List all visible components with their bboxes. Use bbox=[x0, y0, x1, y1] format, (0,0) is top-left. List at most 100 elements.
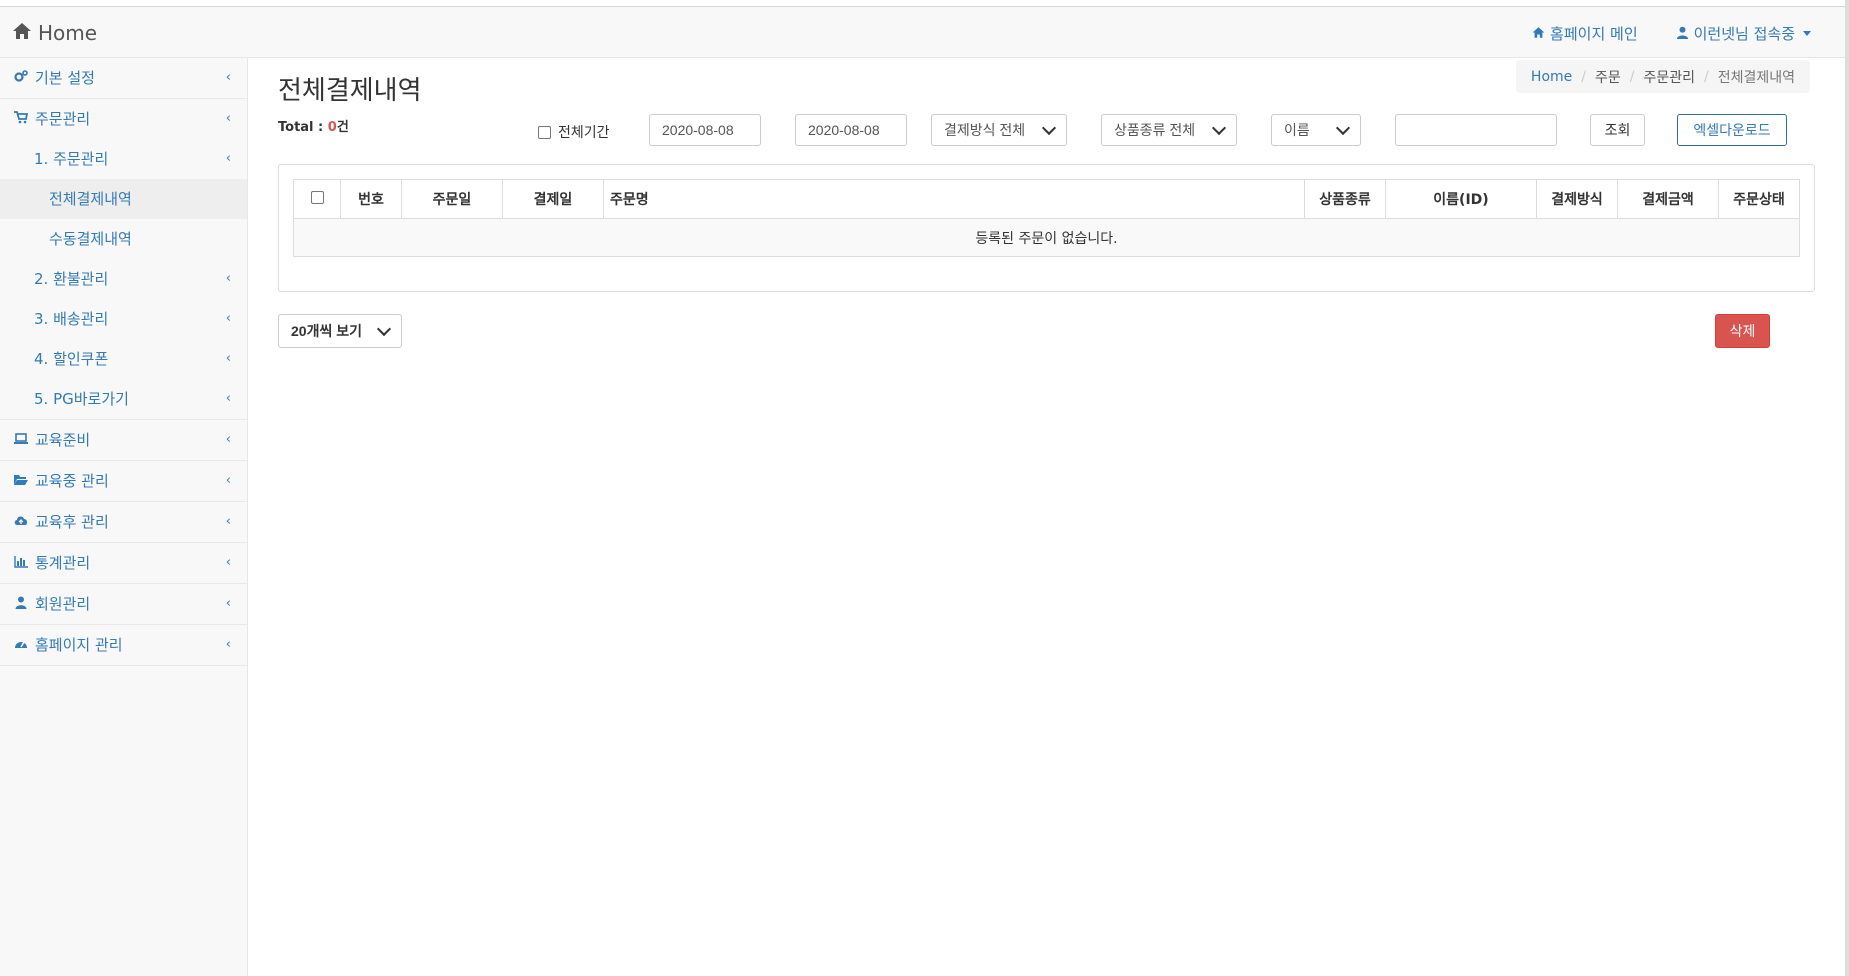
sidebar-item-coupons[interactable]: 4. 할인쿠폰 ‹ bbox=[0, 339, 247, 379]
chevron-down-icon bbox=[1335, 120, 1351, 135]
user-dropdown[interactable]: 이런넷님 접속중 bbox=[1676, 23, 1811, 44]
column-header[interactable]: 결제금액 bbox=[1617, 179, 1719, 219]
sidebar: 기본 설정 ‹ 주문관리 ‹ 1. 주문관리 ‹ 전체결제내역 수동결제내역 2… bbox=[0, 58, 248, 976]
product-type-select[interactable]: 상품종류 전체 bbox=[1101, 114, 1237, 146]
sidebar-item-pg-shortcut[interactable]: 5. PG바로가기 ‹ bbox=[0, 379, 247, 419]
home-icon bbox=[12, 21, 32, 45]
search-button-label: 조회 bbox=[1604, 123, 1631, 139]
laptop-icon bbox=[14, 420, 28, 460]
cloud-upload-icon bbox=[14, 502, 28, 542]
all-period-checkbox[interactable]: 전체기간 bbox=[538, 122, 610, 142]
per-page-select[interactable]: 20개씩 보기 bbox=[278, 314, 402, 348]
main-content: 전체결제내역 Home / 주문 / 주문관리 / 전체결제내역 Total :… bbox=[248, 58, 1846, 976]
sidebar-item-basic-settings[interactable]: 기본 설정 ‹ bbox=[0, 58, 247, 99]
column-header[interactable]: 주문명 bbox=[603, 179, 1305, 219]
empty-message: 등록된 주문이 없습니다. bbox=[293, 218, 1800, 257]
chevron-left-icon: ‹ bbox=[225, 391, 231, 406]
orders-table: 번호 주문일 결제일 주문명 상품종류 이름(ID) 결제방식 결제금액 주문상… bbox=[293, 179, 1800, 257]
sidebar-item-label: 홈페이지 관리 bbox=[35, 636, 123, 654]
breadcrumb-separator: / bbox=[1704, 68, 1709, 85]
sidebar-item-members[interactable]: 회원관리 ‹ bbox=[0, 584, 247, 625]
table-header-row: 번호 주문일 결제일 주문명 상품종류 이름(ID) 결제방식 결제금액 주문상… bbox=[293, 179, 1800, 219]
sidebar-item-label: 전체결제내역 bbox=[49, 190, 132, 208]
sidebar-item-label: 통계관리 bbox=[35, 554, 91, 572]
sidebar-item-homepage-admin[interactable]: 홈페이지 관리 ‹ bbox=[0, 625, 247, 666]
payment-method-select[interactable]: 결제방식 전체 bbox=[931, 114, 1067, 146]
search-button[interactable]: 조회 bbox=[1590, 114, 1645, 146]
product-type-value: 상품종류 전체 bbox=[1114, 122, 1196, 138]
delete-button[interactable]: 삭제 bbox=[1715, 314, 1770, 348]
column-header[interactable]: 번호 bbox=[340, 179, 402, 219]
column-header[interactable]: 주문상태 bbox=[1718, 179, 1800, 219]
column-header[interactable]: 이름(ID) bbox=[1385, 179, 1537, 219]
search-field-select[interactable]: 이름 bbox=[1271, 114, 1361, 146]
sidebar-item-manual-payments[interactable]: 수동결제내역 bbox=[0, 219, 247, 259]
checkbox-icon[interactable] bbox=[538, 125, 551, 139]
user-icon bbox=[14, 584, 28, 624]
select-all-cell bbox=[293, 179, 341, 219]
search-field-value: 이름 bbox=[1284, 122, 1310, 138]
select-all-checkbox[interactable] bbox=[310, 190, 324, 204]
total-number: 0 bbox=[327, 120, 337, 135]
per-page-value: 20개씩 보기 bbox=[291, 323, 362, 339]
chevron-left-icon: ‹ bbox=[225, 111, 231, 126]
chevron-left-icon: ‹ bbox=[225, 271, 231, 286]
sidebar-item-label: 기본 설정 bbox=[35, 69, 95, 87]
excel-download-label: 엑셀다운로드 bbox=[1693, 123, 1771, 139]
breadcrumb-order-management: 주문관리 bbox=[1643, 69, 1695, 86]
sidebar-item-edu-during[interactable]: 교육중 관리 ‹ bbox=[0, 461, 247, 502]
sidebar-item-orders[interactable]: 주문관리 ‹ bbox=[0, 99, 247, 139]
sidebar-item-all-payments[interactable]: 전체결제내역 bbox=[0, 179, 247, 219]
chevron-left-icon: ‹ bbox=[225, 70, 231, 85]
sidebar-item-label: 회원관리 bbox=[35, 595, 91, 613]
date-to-value: 2020-08-08 bbox=[808, 122, 880, 138]
chevron-left-icon: ‹ bbox=[225, 473, 231, 488]
date-from-value: 2020-08-08 bbox=[662, 122, 734, 138]
column-header[interactable]: 상품종류 bbox=[1304, 179, 1386, 219]
orders-panel: 번호 주문일 결제일 주문명 상품종류 이름(ID) 결제방식 결제금액 주문상… bbox=[278, 164, 1815, 292]
window-top-edge bbox=[0, 0, 1849, 7]
sidebar-item-label: 3. 배송관리 bbox=[34, 310, 109, 328]
breadcrumb: Home / 주문 / 주문관리 / 전체결제내역 bbox=[1515, 60, 1810, 93]
chevron-left-icon: ‹ bbox=[225, 596, 231, 611]
breadcrumb-separator: / bbox=[1629, 68, 1635, 85]
brand-label: Home bbox=[38, 21, 98, 45]
chevron-down-icon bbox=[376, 321, 392, 336]
sidebar-item-label: 4. 할인쿠폰 bbox=[34, 350, 109, 368]
payment-method-value: 결제방식 전체 bbox=[944, 122, 1026, 138]
breadcrumb-orders: 주문 bbox=[1594, 69, 1621, 86]
homepage-main-link[interactable]: 홈페이지 메인 bbox=[1532, 23, 1638, 44]
chevron-down-icon bbox=[1041, 120, 1057, 135]
folder-open-icon bbox=[14, 461, 28, 501]
column-header[interactable]: 결제방식 bbox=[1536, 179, 1618, 219]
homepage-main-label: 홈페이지 메인 bbox=[1550, 25, 1638, 43]
chevron-left-icon: ‹ bbox=[225, 637, 231, 652]
sidebar-item-edu-prep[interactable]: 교육준비 ‹ bbox=[0, 420, 247, 461]
excel-download-button[interactable]: 엑셀다운로드 bbox=[1677, 114, 1787, 146]
sidebar-item-label: 수동결제내역 bbox=[49, 230, 132, 248]
sidebar-item-order-management[interactable]: 1. 주문관리 ‹ bbox=[0, 139, 247, 179]
top-navbar: Home 홈페이지 메인 이런넷님 접속중 bbox=[0, 7, 1845, 58]
column-header[interactable]: 주문일 bbox=[401, 179, 503, 219]
search-input[interactable] bbox=[1395, 114, 1557, 146]
total-unit: 건 bbox=[336, 120, 349, 135]
sidebar-item-label: 교육준비 bbox=[35, 431, 91, 449]
user-status-label: 이런넷님 접속중 bbox=[1693, 25, 1795, 43]
sidebar-item-shipping[interactable]: 3. 배송관리 ‹ bbox=[0, 299, 247, 339]
date-to-input[interactable]: 2020-08-08 bbox=[795, 114, 907, 146]
chevron-left-icon: ‹ bbox=[225, 351, 231, 366]
sidebar-item-statistics[interactable]: 통계관리 ‹ bbox=[0, 543, 247, 584]
home-icon bbox=[1532, 25, 1545, 43]
user-icon bbox=[1676, 25, 1689, 43]
brand-home-link[interactable]: Home bbox=[12, 21, 97, 45]
sidebar-item-label: 교육후 관리 bbox=[35, 513, 109, 531]
total-count: Total : 0건 bbox=[278, 116, 349, 135]
sidebar-item-edu-after[interactable]: 교육후 관리 ‹ bbox=[0, 502, 247, 543]
sidebar-group-orders: 주문관리 ‹ 1. 주문관리 ‹ 전체결제내역 수동결제내역 2. 환불관리 ‹… bbox=[0, 99, 247, 420]
sidebar-item-refunds[interactable]: 2. 환불관리 ‹ bbox=[0, 259, 247, 299]
column-header[interactable]: 결제일 bbox=[502, 179, 604, 219]
breadcrumb-home[interactable]: Home bbox=[1531, 69, 1572, 85]
chevron-left-icon: ‹ bbox=[225, 311, 231, 326]
breadcrumb-separator: / bbox=[1581, 68, 1586, 85]
date-from-input[interactable]: 2020-08-08 bbox=[649, 114, 761, 146]
